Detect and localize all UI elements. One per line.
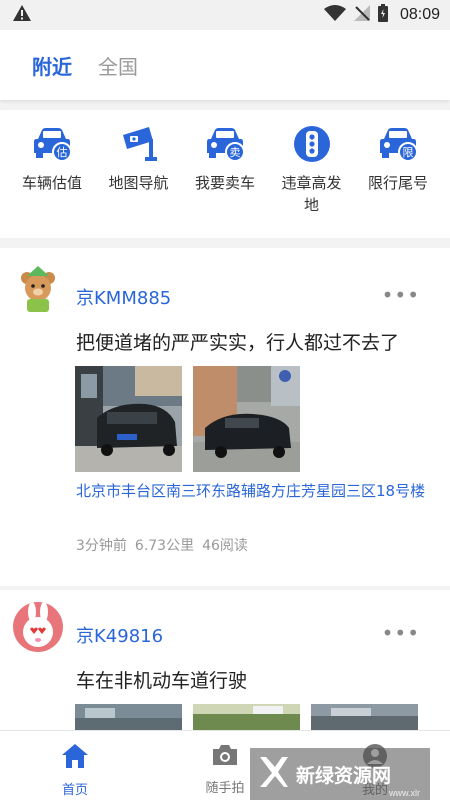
feed-post[interactable]: 京K49816 ••• 车在非机动车道行驶: [0, 590, 450, 730]
watermark: 新绿资源网 www.xlr: [250, 748, 430, 800]
license-plate[interactable]: 京KMM885: [76, 284, 171, 310]
restriction-icon: 限: [378, 124, 418, 164]
post-reads: 46阅读: [202, 538, 248, 554]
quick-action-sell-car[interactable]: 卖 我要卖车: [185, 124, 265, 238]
status-bar: 08:09: [0, 0, 450, 30]
post-photo[interactable]: [311, 704, 418, 730]
license-plate[interactable]: 京K49816: [76, 622, 163, 648]
car-value-icon: 估: [32, 124, 72, 164]
battery-icon: [377, 4, 388, 26]
avatar[interactable]: [13, 264, 63, 314]
traffic-light-icon: [292, 124, 332, 164]
post-meta: 3分钟前 6.73公里 46阅读: [76, 535, 248, 555]
nav-label: 首页: [61, 783, 88, 798]
no-signal-icon: [353, 5, 370, 25]
camera-icon: [211, 743, 239, 771]
watermark-url: www.xlr: [389, 788, 420, 798]
post-address-link[interactable]: 北京市丰台区南三环东路辅路方庄芳星园三区18号楼: [76, 480, 441, 503]
quick-action-map-navigation[interactable]: 地图导航: [99, 124, 179, 238]
post-text: 把便道堵的严严实实，行人都过不去了: [76, 332, 400, 354]
quick-actions: 估 车辆估值 地图导航 卖 我要卖车 违章高发地 限 限行尾号: [0, 110, 450, 238]
sell-car-icon: 卖: [205, 124, 245, 164]
wifi-icon: [323, 5, 346, 25]
more-options-button[interactable]: •••: [382, 285, 420, 305]
post-photo[interactable]: [193, 704, 300, 730]
top-tabs: 附近 全国: [0, 30, 450, 100]
svg-text:估: 估: [57, 146, 68, 159]
svg-text:卖: 卖: [230, 146, 241, 159]
nav-home[interactable]: 首页: [35, 743, 115, 798]
watermark-text: 新绿资源网: [296, 764, 392, 787]
home-icon: [61, 743, 89, 773]
post-photo[interactable]: [193, 366, 300, 472]
quick-action-label: 车辆估值: [21, 174, 82, 192]
more-options-button[interactable]: •••: [382, 623, 420, 643]
quick-action-car-value[interactable]: 估 车辆估值: [12, 124, 92, 238]
quick-action-violation-hotspot[interactable]: 违章高发地: [272, 124, 352, 238]
quick-action-label: 违章高发地: [281, 174, 342, 214]
warning-icon: [12, 4, 32, 26]
map-navigation-icon: [119, 124, 159, 164]
status-time: 08:09: [399, 6, 440, 23]
nav-label: 随手拍: [205, 781, 245, 796]
tab-nearby[interactable]: 附近: [32, 51, 72, 80]
quick-action-label: 限行尾号: [367, 174, 428, 192]
avatar[interactable]: [13, 602, 63, 652]
quick-action-restriction[interactable]: 限 限行尾号: [358, 124, 438, 238]
post-distance: 6.73公里: [134, 538, 195, 554]
post-photo[interactable]: [75, 704, 182, 730]
tab-nationwide[interactable]: 全国: [98, 51, 138, 80]
feed-post[interactable]: 京KMM885 ••• 把便道堵的严严实实，行人都过不去了 北京市丰台区南三环东…: [0, 248, 450, 586]
post-time: 3分钟前: [76, 538, 127, 554]
post-text: 车在非机动车道行驶: [76, 670, 248, 692]
post-photo[interactable]: [75, 366, 182, 472]
watermark-logo-icon: [258, 755, 290, 793]
quick-action-label: 地图导航: [108, 174, 169, 192]
quick-action-label: 我要卖车: [194, 174, 255, 192]
svg-text:限: 限: [403, 146, 414, 159]
